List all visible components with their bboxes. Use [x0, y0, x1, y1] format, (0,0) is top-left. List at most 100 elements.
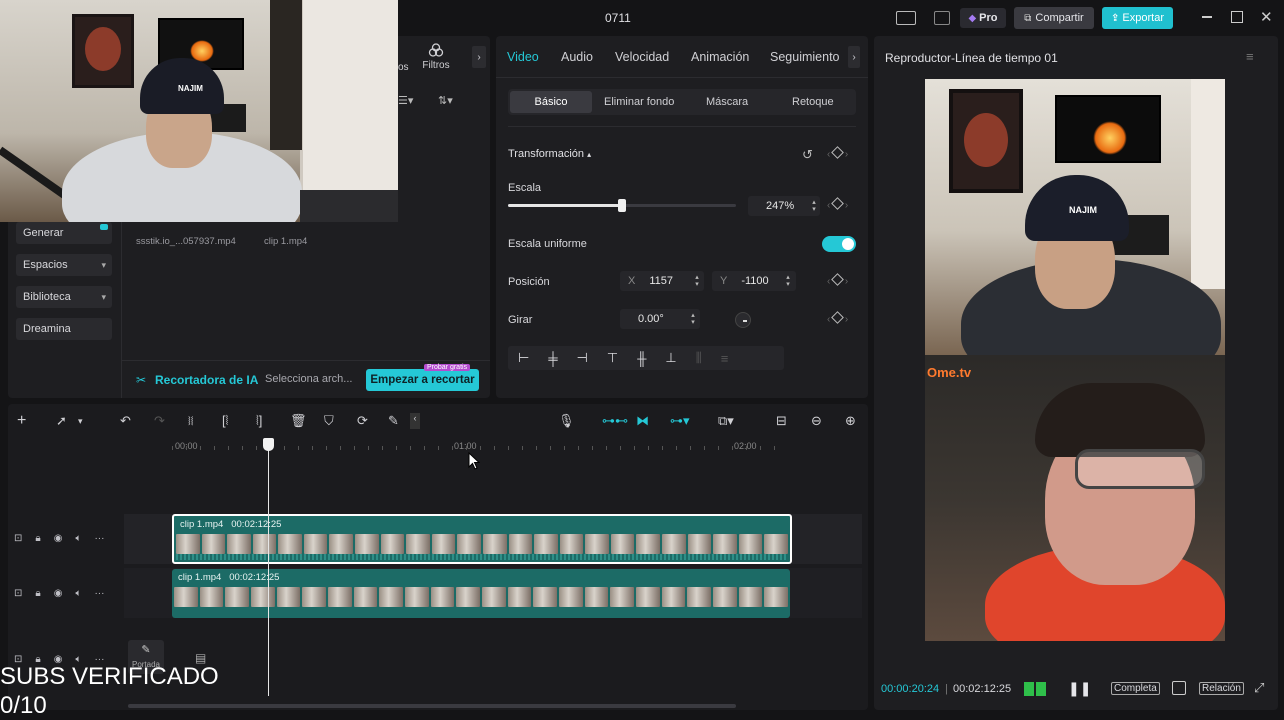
redo-icon[interactable]: ↷ — [154, 413, 165, 429]
brush-icon[interactable]: ✎ — [388, 413, 399, 429]
keyframe-group[interactable]: ‹ › — [827, 311, 848, 325]
select-file-link[interactable]: Selecciona arch... — [265, 373, 352, 385]
sidebar-item-generar[interactable]: Generar — [16, 222, 112, 244]
poster — [72, 14, 134, 88]
close-icon[interactable]: ✕ — [1260, 8, 1273, 26]
share-button[interactable]: ⧉ Compartir — [1014, 7, 1094, 29]
tab-video[interactable]: Video — [507, 50, 539, 64]
lock-icon[interactable]: 🔒︎ — [35, 588, 40, 599]
lock-icon[interactable]: 🔒︎ — [35, 533, 40, 544]
player-menu-icon[interactable]: ≡ — [1246, 49, 1254, 64]
preview-axis-icon[interactable]: ⧉▾ — [718, 413, 734, 429]
tab-filters[interactable]: Filtros — [420, 42, 452, 71]
sort-icon[interactable]: ⇅▾ — [438, 94, 453, 107]
rotate-dial-icon[interactable] — [735, 312, 751, 328]
restore-icon[interactable] — [1231, 11, 1243, 23]
cover-toggle-icon[interactable]: ⊡ — [14, 588, 22, 599]
magnet-icon[interactable]: ⧓ — [636, 413, 649, 429]
full-button[interactable]: Completa — [1111, 682, 1160, 695]
distribute-h-icon[interactable]: ⫼ — [696, 350, 702, 366]
select-tool-icon[interactable]: ➚ — [56, 413, 67, 429]
share-icon: ⧉ — [1024, 12, 1032, 24]
track-controls: ⊡ 🔒︎ ◉ 🔈︎ ··· — [14, 533, 104, 544]
scale-slider-thumb[interactable] — [618, 199, 626, 212]
undo-icon[interactable]: ↶ — [120, 413, 131, 429]
chevron-down-icon[interactable]: ▾ — [78, 416, 83, 427]
playhead-handle[interactable] — [263, 438, 274, 451]
media-item-name[interactable]: ssstik.io_...057937.mp4 — [136, 236, 236, 247]
zoom-in-icon[interactable]: ⊕ — [845, 413, 856, 429]
media-item-name[interactable]: clip 1.mp4 — [264, 236, 307, 247]
add-icon[interactable]: + — [17, 412, 26, 430]
speaker-icon[interactable]: 🔈︎ — [75, 588, 81, 599]
sidebar-item-biblioteca[interactable]: Biblioteca ▾ — [16, 286, 112, 308]
ratio-button[interactable]: Relación — [1199, 682, 1244, 695]
align-right-icon[interactable]: ⊣ — [577, 350, 588, 366]
marker-icon[interactable]: ⛉ — [324, 413, 334, 429]
playhead[interactable] — [263, 438, 274, 696]
start-cutting-button[interactable]: Empezar a recortar — [366, 369, 479, 391]
position-x-stepper-icon[interactable]: ▴ ▾ — [692, 272, 702, 290]
crop-icon[interactable]: ⟳ — [357, 413, 368, 429]
speaker-icon[interactable]: 🔈︎ — [75, 533, 81, 544]
align-left-icon[interactable]: ⊢ — [518, 350, 529, 366]
align-bottom-icon[interactable]: ⊥ — [665, 350, 676, 366]
keyframe-group[interactable]: ‹ › — [827, 273, 848, 287]
tab-audio[interactable]: Audio — [561, 50, 593, 64]
link-icon[interactable]: ⊶▾ — [670, 413, 690, 429]
mic-icon[interactable]: 🎙 — [558, 413, 575, 429]
distribute-v-icon[interactable]: ≡ — [721, 351, 729, 366]
export-button[interactable]: ⇪ Exportar — [1102, 7, 1173, 29]
rotate-stepper-icon[interactable]: ▴ ▾ — [688, 310, 698, 328]
zoom-out-icon[interactable]: ⊖ — [811, 413, 822, 429]
keyframe-group[interactable]: ‹ › — [827, 197, 848, 211]
layout-icon[interactable] — [896, 11, 916, 25]
eye-icon[interactable]: ◉ — [54, 533, 63, 544]
subtab-retouch[interactable]: Retoque — [792, 96, 834, 108]
sidebar-item-dreamina[interactable]: Dreamina — [16, 318, 112, 340]
link-main-track-icon[interactable]: ⊶⊷ — [602, 413, 628, 429]
shortcuts-icon[interactable] — [934, 11, 950, 25]
more-icon[interactable]: ··· — [94, 588, 104, 599]
subtab-remove-bg[interactable]: Eliminar fondo — [604, 96, 674, 108]
view-list-icon[interactable]: ☰▾ — [398, 94, 413, 107]
tabs-scroll-right-icon[interactable]: › — [472, 46, 486, 68]
delete-icon[interactable]: 🗑 — [290, 413, 307, 429]
fullscreen-icon[interactable]: ⤢ — [1254, 680, 1264, 696]
keyframe-group[interactable]: ‹ › — [827, 146, 848, 160]
reset-icon[interactable]: ↺ — [802, 147, 813, 163]
timeline-ruler[interactable]: 00:00 01:00 02:00 — [124, 438, 868, 458]
position-y-stepper-icon[interactable]: ▴ ▾ — [783, 272, 793, 290]
cover-toggle-icon[interactable]: ⊡ — [14, 533, 22, 544]
more-icon[interactable]: ··· — [94, 533, 104, 544]
split-right-icon[interactable]: ⦚] — [256, 413, 262, 429]
eye-icon[interactable]: ◉ — [54, 588, 63, 599]
tab-speed[interactable]: Velocidad — [615, 50, 669, 64]
timeline-clip[interactable]: clip 1.mp4 00:02:12:25 — [172, 514, 792, 564]
scale-slider[interactable] — [508, 199, 736, 212]
section-transform-title[interactable]: Transformación ▴ — [508, 148, 591, 160]
thumbnail-icon[interactable]: ⊟ — [776, 413, 787, 429]
ruler-tick — [774, 446, 775, 450]
subtab-basic[interactable]: Básico — [510, 91, 592, 113]
pause-icon[interactable]: ❚❚ — [1068, 680, 1091, 697]
pro-button[interactable]: ◆ Pro — [960, 8, 1006, 28]
split-icon[interactable]: ⧘⧙ — [188, 413, 193, 429]
tab-tracking[interactable]: Seguimiento — [770, 50, 840, 64]
timeline-scrollbar[interactable] — [128, 704, 736, 708]
tab-animation[interactable]: Animación — [691, 50, 749, 64]
timeline-clip[interactable]: clip 1.mp4 00:02:12:25 — [172, 569, 790, 618]
split-left-icon[interactable]: [⦚ — [222, 413, 228, 429]
screenshot-icon[interactable] — [1172, 681, 1186, 695]
align-center-h-icon[interactable]: ╪ — [548, 351, 557, 366]
tabs-scroll-right-icon[interactable]: › — [848, 46, 860, 68]
tab-partial[interactable]: os — [398, 62, 409, 73]
uniform-scale-toggle[interactable] — [822, 236, 856, 252]
align-top-icon[interactable]: ⊤ — [607, 350, 618, 366]
align-center-v-icon[interactable]: ╫ — [637, 351, 646, 366]
subtab-mask[interactable]: Máscara — [706, 96, 748, 108]
scale-stepper-icon[interactable]: ▴ ▾ — [809, 197, 819, 215]
minimize-icon[interactable] — [1200, 10, 1214, 24]
sidebar-item-espacios[interactable]: Espacios ▾ — [16, 254, 112, 276]
collapse-toolbar-icon[interactable]: ‹ — [410, 413, 420, 429]
